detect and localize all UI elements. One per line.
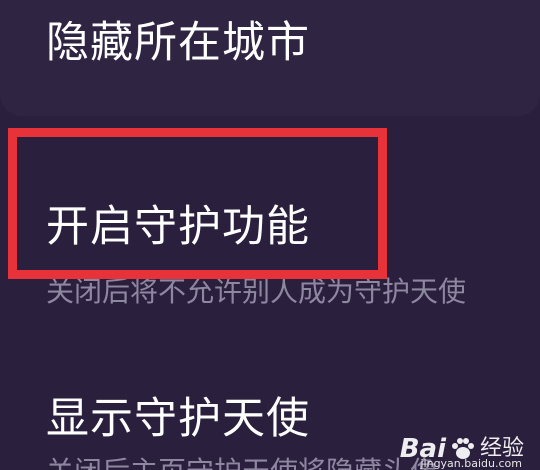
setting-enable-guard-desc: 关闭后将不允许别人成为守护天使 xyxy=(46,275,467,308)
settings-page: 隐藏所在城市 开启守护功能 关闭后将不允许别人成为守护天使 显示守护天使 关闭后… xyxy=(0,0,540,470)
setting-show-angel-desc: 关闭后主页守护天使将隐藏头像 xyxy=(46,458,438,470)
watermark-url: jingyan.baidu.com xyxy=(420,457,522,470)
setting-enable-guard-title[interactable]: 开启守护功能 xyxy=(46,206,310,249)
setting-hide-city-title[interactable]: 隐藏所在城市 xyxy=(46,22,310,65)
setting-show-angel-title[interactable]: 显示守护天使 xyxy=(46,398,310,441)
